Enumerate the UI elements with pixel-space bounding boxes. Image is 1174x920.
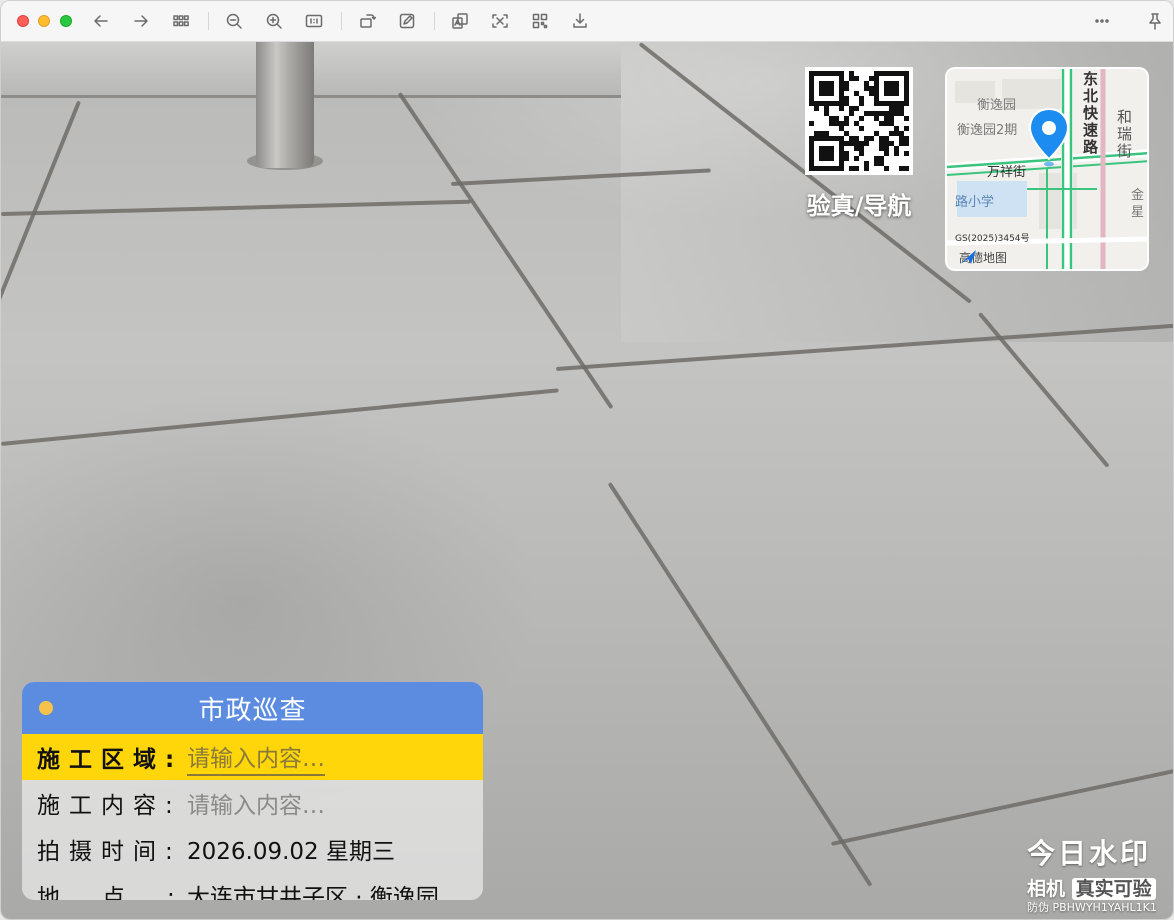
- qr-code-pattern: [809, 71, 909, 171]
- more-icon[interactable]: [1091, 10, 1113, 32]
- map-label-street: 万祥街: [987, 165, 1027, 180]
- card-row-time: 拍摄时间: 2026.09.02 星期三: [22, 826, 483, 872]
- toolbar: [1, 1, 1173, 42]
- card-title: 市政巡查: [198, 695, 307, 726]
- toolbar-divider: [434, 12, 435, 30]
- qr-code-icon[interactable]: [529, 10, 551, 32]
- toolbar-divider: [341, 12, 342, 30]
- card-row-content[interactable]: 施工内容: 请输入内容…: [22, 780, 483, 826]
- area-input[interactable]: 请输入内容…: [187, 739, 325, 776]
- brand-subtitle: 相机 真实可验: [1027, 874, 1156, 901]
- qr-code[interactable]: [805, 67, 913, 175]
- pin-icon[interactable]: [1144, 10, 1166, 32]
- status-dot-icon: [39, 701, 53, 715]
- card-header: 市政巡查: [22, 682, 483, 734]
- map-label-school: 路小学: [955, 195, 995, 210]
- anti-fake-code: 防伪 PBHWYH1YAHL1K1: [1027, 901, 1157, 914]
- zoom-in-icon[interactable]: [263, 10, 285, 32]
- slab-joint: [607, 482, 873, 887]
- toolbar-divider: [208, 12, 209, 30]
- card-row-location: 地点: 大连市甘井子区 · 衡逸园: [22, 872, 483, 900]
- scan-text-icon[interactable]: [489, 10, 511, 32]
- map-brand: 高德地图: [959, 249, 1007, 266]
- amap-logo-icon: [960, 250, 976, 264]
- location-map[interactable]: 衡逸园 衡逸园2期 万祥街 路小学 东北快速路 和瑞街 金星 GS(2025)3…: [945, 67, 1149, 271]
- slab-joint: [1, 199, 471, 216]
- card-row-area[interactable]: 施工区域: 请输入内容…: [22, 734, 483, 780]
- map-label-area1: 衡逸园: [977, 98, 1017, 113]
- forward-arrow-icon[interactable]: [130, 10, 152, 32]
- slab-joint: [397, 92, 614, 410]
- back-arrow-icon[interactable]: [90, 10, 112, 32]
- map-label-road-right: 和瑞街: [1117, 108, 1133, 160]
- map-label-area2: 衡逸园2期: [957, 123, 1018, 138]
- card-row-label: 施工内容:: [37, 793, 182, 819]
- save-icon[interactable]: [569, 10, 591, 32]
- card-row-label: 施工区域:: [37, 747, 184, 773]
- translate-icon[interactable]: [449, 10, 471, 32]
- metal-pole: [256, 42, 314, 168]
- image-viewer-window: 验真/导航 衡逸园 衡逸园2期 万祥街 路小学 东 北 快 速 路 和 瑞 街 …: [0, 0, 1174, 920]
- zoom-out-icon[interactable]: [223, 10, 245, 32]
- map-label-road-vertical: 东北快速路: [1083, 70, 1099, 156]
- qr-verify-label: 验真/导航: [806, 192, 912, 220]
- card-row-label: 拍摄时间:: [37, 839, 182, 865]
- close-window-button[interactable]: [17, 15, 29, 27]
- maximize-window-button[interactable]: [60, 15, 72, 27]
- brand-camera-label: 相机: [1027, 878, 1066, 900]
- inspection-watermark-card: 市政巡查 施工区域: 请输入内容… 施工内容: 请输入内容… 拍摄时间: 202…: [22, 682, 483, 900]
- card-row-label: 地点:: [37, 885, 217, 900]
- content-input[interactable]: 请输入内容…: [187, 786, 325, 820]
- minimize-window-button[interactable]: [38, 15, 50, 27]
- slab-joint: [1, 388, 559, 446]
- brand-verify-label: 真实可验: [1071, 878, 1156, 900]
- location-value: 大连市甘井子区 · 衡逸园: [187, 885, 439, 900]
- photo-canvas: 验真/导航 衡逸园 衡逸园2期 万祥街 路小学 东 北 快 速 路 和 瑞 街 …: [1, 42, 1173, 919]
- app-brand-watermark: 今日水印 相机 真实可验: [1027, 832, 1156, 901]
- capture-time: 2026.09.02 星期三: [187, 839, 395, 865]
- map-label-right-edge: 金星: [1131, 188, 1145, 220]
- actual-size-icon[interactable]: [303, 10, 325, 32]
- rotate-icon[interactable]: [356, 10, 378, 32]
- map-pin-icon: [1028, 107, 1070, 167]
- map-license: GS(2025)3454号: [955, 234, 1030, 244]
- edit-icon[interactable]: [396, 10, 418, 32]
- grid-view-icon[interactable]: [170, 10, 192, 32]
- slab-joint: [1, 100, 81, 362]
- brand-title: 今日水印: [1027, 837, 1152, 870]
